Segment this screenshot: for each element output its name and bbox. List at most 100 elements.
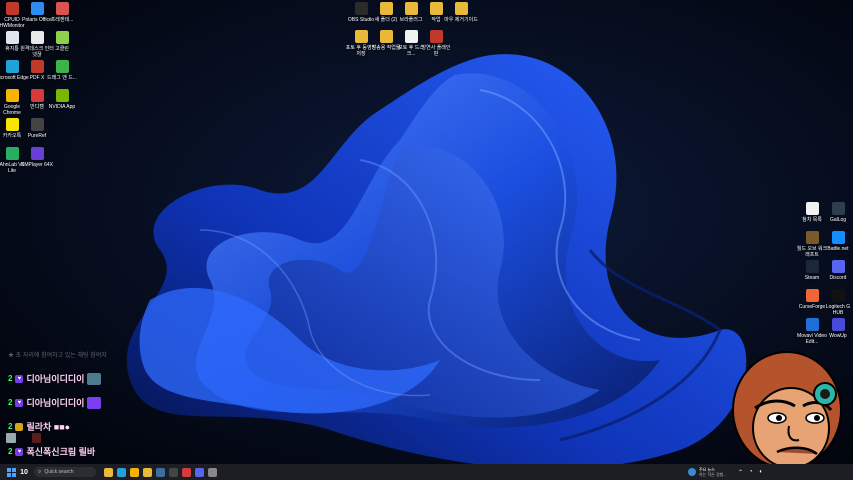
- network-icon[interactable]: ◔: [749, 469, 753, 475]
- pdf-x-icon: [30, 60, 44, 73]
- steam-icon[interactable]: [156, 467, 165, 477]
- chrome-icon: [5, 89, 19, 102]
- recycle-bin-icon: [5, 31, 19, 44]
- viewer-count-badge: 2: [8, 398, 13, 407]
- desktop-shortcut-label: 마우 제거기이드: [444, 17, 478, 23]
- search-icon: ⌕: [38, 468, 42, 475]
- desktop-shortcut-label: Battle.net: [827, 246, 849, 252]
- file-explorer-icon[interactable]: [104, 467, 113, 477]
- desktop-shortcut-label: PureRef: [27, 133, 47, 139]
- taskbar-apps: [104, 467, 217, 477]
- wow-icon: [805, 231, 819, 244]
- desktop-shortcut[interactable]: 프레젠테...: [47, 2, 77, 23]
- start-button[interactable]: [4, 466, 18, 478]
- logitech-icon: [831, 289, 845, 302]
- weather-icon: [688, 468, 696, 476]
- folder-icon: [404, 2, 418, 15]
- chat-username: 디아님이디디이: [26, 374, 85, 384]
- bandicam-icon: [30, 89, 44, 102]
- kakaotalk-icon: [5, 118, 19, 131]
- desktop-shortcut-label: Discord: [829, 275, 847, 281]
- desktop-shortcut-label: 고클린: [55, 46, 69, 52]
- movavi-icon: [805, 318, 819, 331]
- streamer-avatar: [732, 351, 842, 469]
- character-sticker-icon: [32, 433, 41, 443]
- discord-icon: [831, 260, 845, 273]
- chat-username: 릴라차 ■■●: [26, 422, 71, 432]
- chat-message: 2 ♥ 폭신폭신크림 릴바: [8, 445, 95, 458]
- shortcut-icon: [429, 30, 443, 43]
- nvidia-icon: [55, 89, 69, 102]
- steam-icon: [805, 260, 819, 273]
- sticker-icon: [87, 372, 102, 385]
- desktop-shortcut[interactable]: KMPlayer 64X: [21, 147, 53, 168]
- folder-icon: [454, 2, 468, 15]
- bandicam-icon[interactable]: [182, 467, 191, 477]
- chat-message: 2 릴라차 ■■●: [8, 420, 70, 433]
- document-icon: [805, 202, 819, 215]
- search-placeholder: Quick search: [44, 469, 74, 475]
- news-widget[interactable]: 주요 뉴스 하는 작은 경험...: [688, 464, 727, 480]
- desktop-shortcut-label: GalLog: [829, 217, 847, 223]
- chat-message: 2 ♥ 디아님이디디이: [8, 396, 102, 409]
- settings-icon[interactable]: [208, 467, 217, 477]
- folder-icon: [379, 2, 393, 15]
- ahnlab-icon: [5, 147, 19, 160]
- news-subtitle: 하는 작은 경험...: [699, 472, 727, 477]
- edge-icon[interactable]: [117, 467, 126, 477]
- desktop-shortcut[interactable]: Discord: [823, 260, 853, 281]
- desktop-shortcut[interactable]: 고클린: [47, 31, 77, 52]
- folder-icon[interactable]: [143, 467, 152, 477]
- presentation-icon: [55, 2, 69, 15]
- chat-username: 폭신폭신크림 릴바: [26, 447, 96, 457]
- taskbar-count: 10: [20, 468, 28, 476]
- folder-icon: [429, 2, 443, 15]
- goclean-icon: [55, 31, 69, 44]
- discord-icon[interactable]: [195, 467, 204, 477]
- desktop-shortcut[interactable]: 마우 제거기이드: [444, 2, 478, 23]
- wowup-icon: [831, 318, 845, 331]
- obs-icon[interactable]: [169, 467, 178, 477]
- chat-username: 디아님이디디이: [26, 398, 85, 408]
- battlenet-icon: [831, 231, 845, 244]
- viewer-count-badge: 2: [8, 447, 13, 456]
- desktop-shortcut-label: 프레젠테...: [50, 17, 74, 23]
- gallog-icon: [831, 202, 845, 215]
- desktop-shortcut[interactable]: PureRef: [22, 118, 52, 139]
- desktop-shortcut[interactable]: Logitech G HUB: [823, 289, 853, 316]
- side-widget-icon: [6, 433, 16, 443]
- chrome-icon[interactable]: [130, 467, 139, 477]
- folder-icon: [354, 30, 368, 43]
- desktop-shortcut-label: NVIDIA App: [48, 104, 76, 110]
- desktop-shortcut[interactable]: 방연사 플래인 판: [421, 30, 451, 57]
- viewer-count-badge: 2: [8, 374, 13, 383]
- system-tray: ⌃ ◔ ◖: [738, 464, 762, 480]
- chat-header: ★ 초 자리에 참여하고 있는 채팅 참여자: [8, 353, 107, 359]
- edge-icon: [5, 60, 19, 73]
- desktop-shortcut-label: 드래그 앤 드...: [47, 75, 77, 81]
- desktop-shortcut-label: WowUp: [829, 333, 847, 339]
- cpuid-icon: [5, 2, 19, 15]
- chat-message: 2 ♥ 디아님이디디이: [8, 372, 102, 385]
- document-icon: [404, 30, 418, 43]
- polaris-office-icon: [30, 2, 44, 15]
- drag-drop-icon: [55, 60, 69, 73]
- pureref-icon: [30, 118, 44, 131]
- windows-logo-icon: [6, 467, 16, 477]
- heart-icon: ♥: [15, 447, 24, 456]
- sticker-icon: [87, 396, 102, 409]
- desktop-shortcut-label: Logitech G HUB: [825, 304, 851, 316]
- chevron-up-icon[interactable]: ⌃: [738, 469, 743, 476]
- curseforge-icon: [805, 289, 819, 302]
- desktop-shortcut[interactable]: GalLog: [823, 202, 853, 223]
- desktop-shortcut-label: KMPlayer 64X: [21, 162, 53, 168]
- volume-icon[interactable]: ◖: [759, 469, 763, 475]
- heart-icon: ♥: [15, 398, 24, 407]
- desktop-shortcut[interactable]: WowUp: [823, 318, 853, 339]
- obs-icon: [354, 2, 368, 15]
- search-box[interactable]: ⌕ Quick search: [34, 467, 96, 477]
- desktop-shortcut[interactable]: Battle.net: [823, 231, 853, 252]
- remote-desktop-icon: [30, 31, 44, 44]
- desktop-shortcut[interactable]: NVIDIA App: [47, 89, 77, 110]
- desktop-shortcut[interactable]: 드래그 앤 드...: [47, 60, 77, 81]
